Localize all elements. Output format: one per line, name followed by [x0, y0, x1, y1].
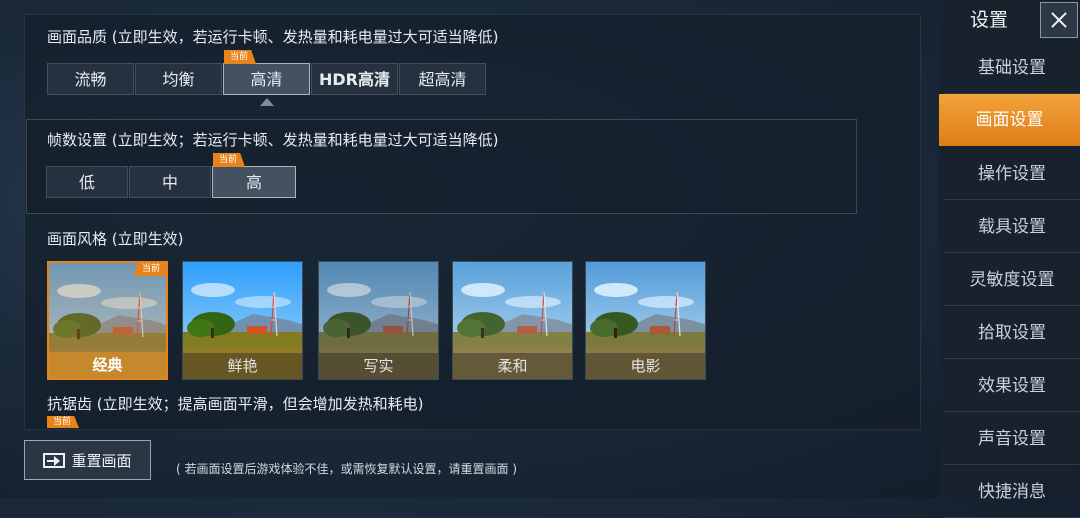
- reset-label: 重置画面: [71, 451, 132, 470]
- quality-selector: 流畅 均衡 当前 高清 HDR高清 超高清: [47, 50, 487, 106]
- caret-up-icon: [259, 98, 274, 106]
- style-title: 画面风格 (立即生效): [47, 230, 184, 248]
- option-label: 高: [245, 173, 262, 192]
- style-card-soft[interactable]: 柔和: [452, 261, 573, 380]
- option-label: 超高清: [418, 70, 467, 89]
- close-icon[interactable]: [1040, 2, 1078, 38]
- sidebar-item-effects[interactable]: 效果设置: [944, 360, 1080, 412]
- fps-title: 帧数设置 (立即生效；若运行卡顿、发热量和耗电量过大可适当降低): [47, 131, 499, 149]
- settings-sidebar: 设置 基础设置 画面设置 操作设置 载具设置 灵敏度设置 拾取设置 效果设置 声…: [939, 0, 1080, 518]
- sidebar-item-sensitivity[interactable]: 灵敏度设置: [944, 254, 1080, 306]
- option-label: 均衡: [162, 70, 195, 89]
- sidebar-item-audio[interactable]: 声音设置: [944, 413, 1080, 465]
- fps-option-mid[interactable]: 中: [129, 166, 211, 198]
- current-badge: 当前: [224, 50, 257, 64]
- option-label: 中: [161, 173, 178, 192]
- sidebar-item-basic[interactable]: 基础设置: [944, 42, 1080, 94]
- style-label: 经典: [49, 352, 166, 378]
- reset-graphics-button[interactable]: 重置画面: [24, 440, 151, 480]
- antialias-title: 抗锯齿 (立即生效；提高画面平滑，但会增加发热和耗电): [47, 395, 424, 413]
- sidebar-item-quick-message[interactable]: 快捷消息: [944, 466, 1080, 518]
- quality-option-balanced[interactable]: 均衡: [135, 63, 222, 95]
- current-badge: 当前: [133, 263, 166, 276]
- sidebar-item-graphics[interactable]: 画面设置: [939, 94, 1080, 146]
- fps-option-high[interactable]: 当前 高: [212, 153, 296, 198]
- style-label: 电影: [586, 353, 705, 379]
- reset-hint: ( 若画面设置后游戏体验不佳，或需恢复默认设置，请重置画面 ): [176, 462, 517, 476]
- sidebar-item-vehicle[interactable]: 载具设置: [944, 201, 1080, 253]
- quality-option-smooth[interactable]: 流畅: [47, 63, 134, 95]
- option-label: 高清: [250, 70, 283, 89]
- style-card-vivid[interactable]: 鲜艳: [182, 261, 303, 380]
- option-label: 低: [78, 173, 95, 192]
- quality-title: 画面品质 (立即生效，若运行卡顿、发热量和耗电量过大可适当降低): [47, 28, 499, 46]
- style-label: 鲜艳: [183, 353, 302, 379]
- option-label: HDR高清: [319, 70, 390, 89]
- reset-icon: [43, 453, 66, 468]
- quality-option-hdr[interactable]: HDR高清: [311, 63, 398, 95]
- current-badge: 当前: [213, 153, 246, 167]
- sidebar-item-controls[interactable]: 操作设置: [944, 148, 1080, 200]
- style-label: 柔和: [453, 353, 572, 379]
- style-card-classic[interactable]: 当前 经典: [47, 261, 168, 380]
- style-label: 写实: [319, 353, 438, 379]
- quality-option-uhd[interactable]: 超高清: [399, 63, 486, 95]
- fps-option-low[interactable]: 低: [46, 166, 128, 198]
- sidebar-item-pickup[interactable]: 拾取设置: [944, 307, 1080, 359]
- style-card-cinema[interactable]: 电影: [585, 261, 706, 380]
- fps-selector: 低 中 当前 高: [46, 153, 297, 198]
- option-label: 流畅: [74, 70, 107, 89]
- current-badge: 当前: [47, 416, 80, 428]
- sidebar-title: 设置: [969, 9, 1008, 31]
- style-card-realistic[interactable]: 写实: [318, 261, 439, 380]
- quality-option-hd[interactable]: 当前 高清: [223, 50, 310, 106]
